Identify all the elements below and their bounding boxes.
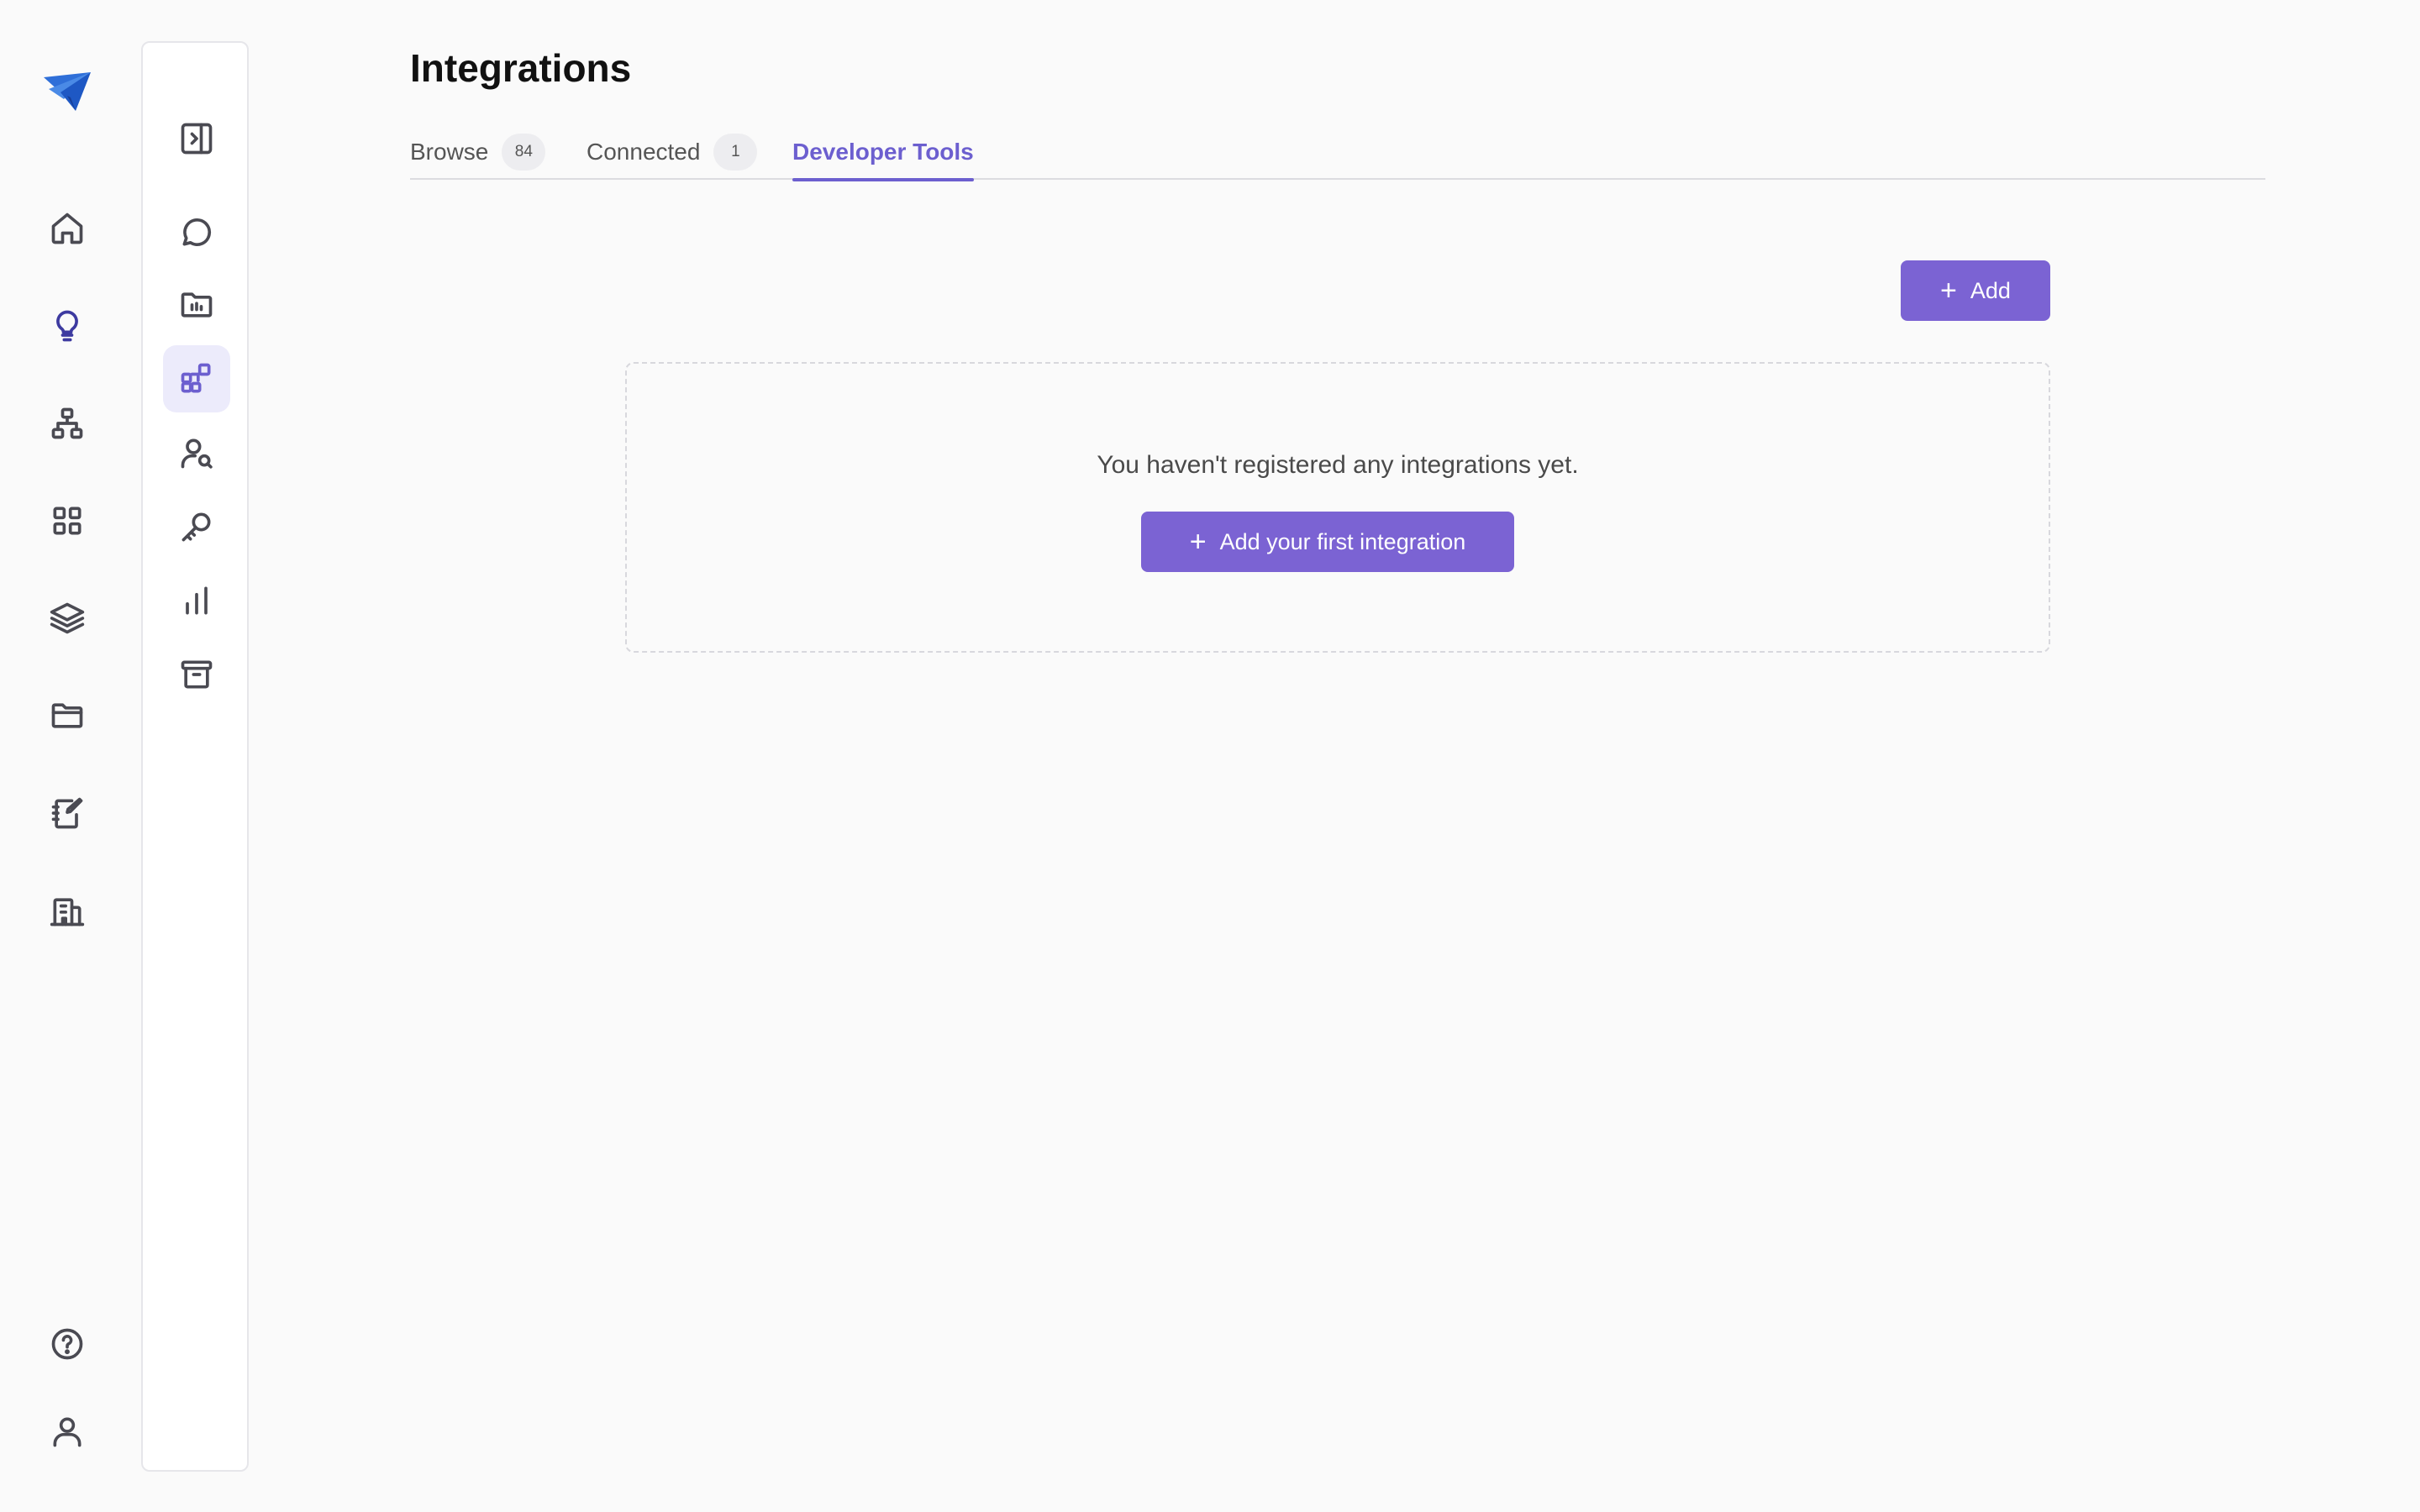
apps-grid-icon[interactable]: [40, 494, 94, 548]
tab-label: Developer Tools: [792, 139, 974, 165]
add-first-integration-label: Add your first integration: [1219, 528, 1466, 554]
folder-icon[interactable]: [40, 689, 94, 743]
tab-bar: Browse 84 Connected 1 Developer Tools: [410, 118, 2265, 181]
add-button-label: Add: [1970, 277, 2011, 303]
notebook-edit-icon[interactable]: [40, 786, 94, 840]
folder-chart-icon[interactable]: [163, 271, 230, 339]
add-button[interactable]: + Add: [1901, 260, 2050, 321]
secondary-nav-panel: [141, 41, 249, 1472]
user-icon[interactable]: [40, 1404, 94, 1458]
empty-state-panel: You haven't registered any integrations …: [625, 362, 2050, 653]
paper-plane-logo[interactable]: [42, 71, 94, 114]
page-title: Integrations: [410, 46, 632, 90]
empty-state-message: You haven't registered any integrations …: [1097, 451, 1579, 479]
count-badge: 84: [502, 134, 546, 171]
user-search-icon[interactable]: [163, 419, 230, 486]
primary-nav-rail: [0, 0, 134, 1512]
archive-icon[interactable]: [163, 641, 230, 708]
tab-label: Browse: [410, 139, 489, 165]
app-root: Integrations Browse 84 Connected 1 Devel…: [0, 0, 2420, 1512]
plus-icon: +: [1940, 275, 1957, 307]
tab-connected[interactable]: Connected 1: [587, 126, 758, 178]
tab-developer-tools[interactable]: Developer Tools: [792, 126, 974, 181]
home-icon[interactable]: [40, 202, 94, 255]
key-icon[interactable]: [163, 493, 230, 560]
chat-bubble-icon[interactable]: [163, 198, 230, 265]
add-first-integration-button[interactable]: + Add your first integration: [1141, 512, 1514, 572]
layers-icon[interactable]: [40, 591, 94, 645]
help-circle-icon[interactable]: [40, 1317, 94, 1371]
lightbulb-icon[interactable]: [40, 299, 94, 353]
integrations-icon[interactable]: [163, 345, 230, 412]
org-chart-icon[interactable]: [40, 396, 94, 450]
sidebar-toggle-icon[interactable]: [163, 105, 230, 172]
tab-label: Connected: [587, 139, 701, 165]
count-badge: 1: [713, 134, 758, 171]
tab-browse[interactable]: Browse 84: [410, 126, 546, 178]
bar-chart-icon[interactable]: [163, 567, 230, 634]
building-icon[interactable]: [40, 884, 94, 937]
plus-icon: +: [1189, 526, 1207, 558]
